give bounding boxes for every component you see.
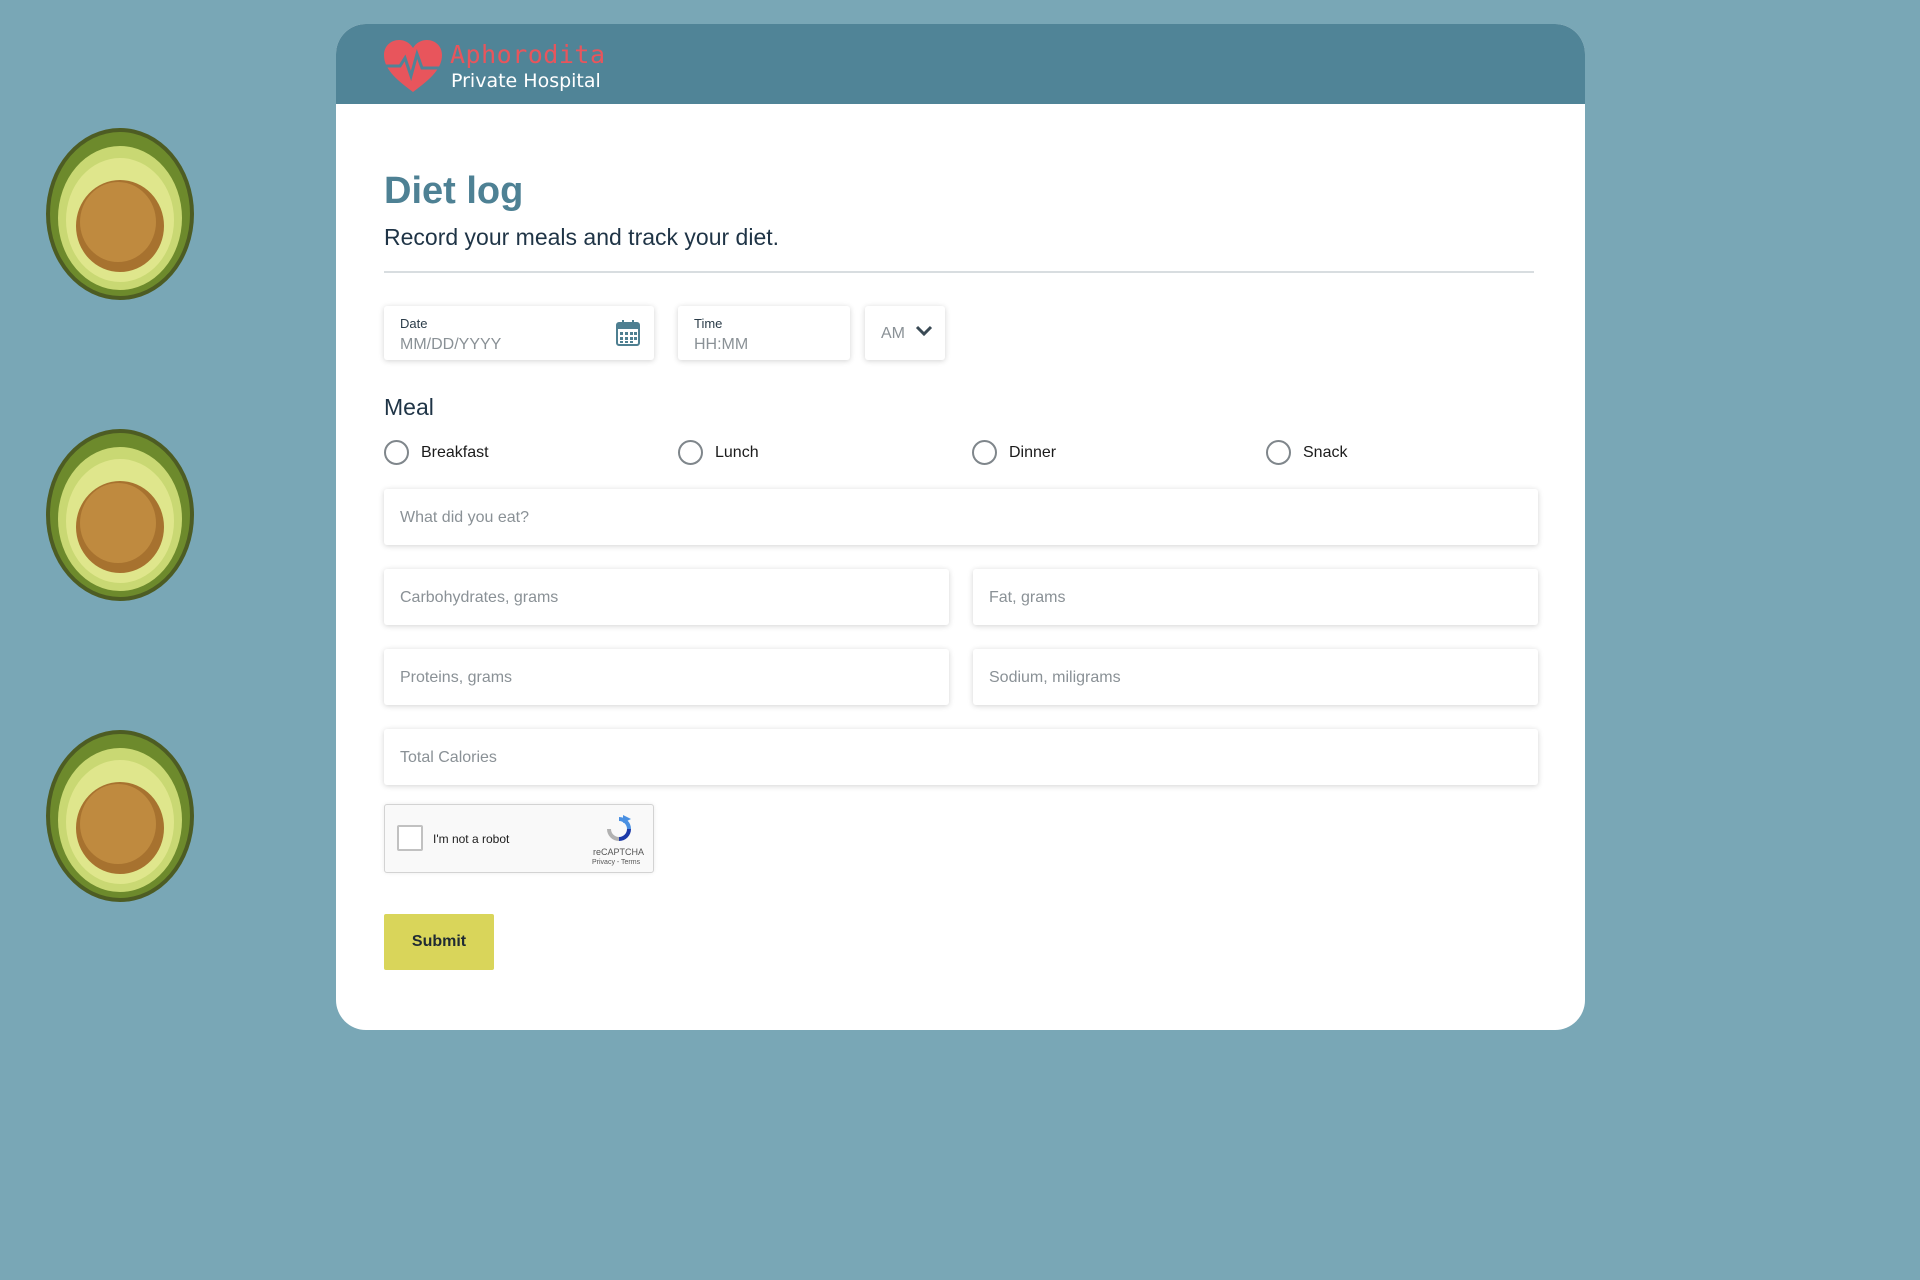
card-header: Aphorodita Private Hospital	[336, 24, 1585, 104]
radio-label: Dinner	[1009, 443, 1057, 461]
fat-input[interactable]: Fat, grams	[973, 569, 1538, 625]
meal-title: Meal	[384, 394, 434, 420]
brand-subtitle: Private Hospital	[451, 70, 601, 92]
ampm-selected: AM	[881, 325, 905, 342]
recaptcha-brand: reCAPTCHA	[593, 847, 645, 857]
food-input[interactable]: What did you eat?	[384, 489, 1538, 545]
recaptcha-widget: I'm not a robot reCAPTCHA Privacy - Term…	[384, 804, 654, 873]
radio-circle[interactable]	[1266, 440, 1291, 465]
time-field[interactable]: Time HH:MM	[678, 306, 850, 360]
radio-circle[interactable]	[384, 440, 409, 465]
radio-label: Breakfast	[421, 443, 489, 461]
date-label: Date	[400, 316, 428, 331]
radio-circle[interactable]	[972, 440, 997, 465]
brand-name: Aphorodita	[450, 40, 606, 69]
sodium-placeholder: Sodium, miligrams	[989, 669, 1121, 686]
avocado-image	[46, 128, 194, 300]
diet-log-card: Aphorodita Private Hospital Diet log Rec…	[336, 24, 1585, 1030]
radio-dinner[interactable]: Dinner	[972, 440, 1056, 465]
radio-label: Lunch	[715, 443, 759, 461]
recaptcha-terms[interactable]: Privacy - Terms	[592, 859, 640, 866]
submit-button[interactable]: Submit	[384, 914, 494, 970]
fat-placeholder: Fat, grams	[989, 589, 1066, 606]
chevron-down-icon	[915, 325, 933, 337]
heart-logo-icon	[384, 40, 442, 92]
recaptcha-checkbox[interactable]	[397, 825, 423, 851]
page-subtitle: Record your meals and track your diet.	[384, 224, 780, 250]
calories-input[interactable]: Total Calories	[384, 729, 1538, 785]
radio-snack[interactable]: Snack	[1266, 440, 1347, 465]
radio-lunch[interactable]: Lunch	[678, 440, 759, 465]
carbs-placeholder: Carbohydrates, grams	[400, 589, 559, 606]
divider	[384, 271, 1534, 273]
radio-circle[interactable]	[678, 440, 703, 465]
proteins-input[interactable]: Proteins, grams	[384, 649, 949, 705]
date-field[interactable]: Date MM/DD/YYYY	[384, 306, 654, 360]
radio-breakfast[interactable]: Breakfast	[384, 440, 489, 465]
carbs-input[interactable]: Carbohydrates, grams	[384, 569, 949, 625]
proteins-placeholder: Proteins, grams	[400, 669, 513, 686]
food-placeholder: What did you eat?	[400, 509, 529, 526]
avocado-image	[46, 730, 194, 902]
date-placeholder: MM/DD/YYYY	[400, 336, 502, 353]
radio-label: Snack	[1303, 443, 1348, 461]
time-placeholder: HH:MM	[694, 336, 749, 353]
ampm-select[interactable]: AM	[865, 306, 945, 360]
sodium-input[interactable]: Sodium, miligrams	[973, 649, 1538, 705]
calories-placeholder: Total Calories	[400, 749, 497, 766]
page-title: Diet log	[384, 170, 524, 212]
recaptcha-logo-icon	[607, 815, 631, 841]
calendar-icon[interactable]	[616, 320, 640, 346]
avocado-image	[46, 429, 194, 601]
recaptcha-label: I'm not a robot	[433, 832, 510, 846]
time-label: Time	[694, 316, 723, 331]
